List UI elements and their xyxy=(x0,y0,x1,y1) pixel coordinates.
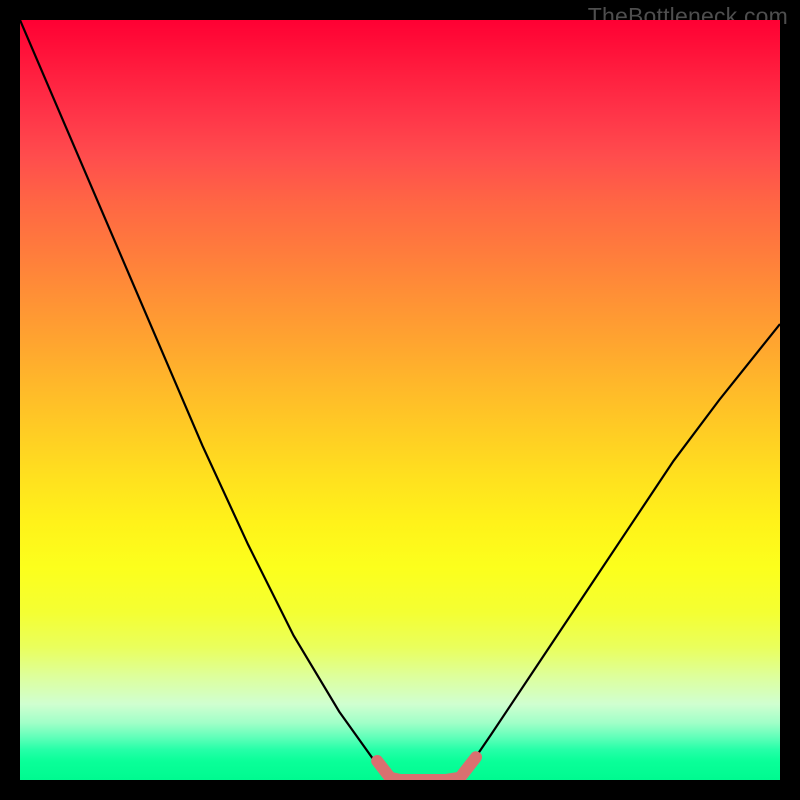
curve-layer xyxy=(20,20,780,780)
chart-frame: TheBottleneck.com xyxy=(0,0,800,800)
valley-highlight xyxy=(377,757,476,780)
curve-svg xyxy=(20,20,780,780)
bottleneck-curve xyxy=(20,20,780,780)
plot-area xyxy=(20,20,780,780)
